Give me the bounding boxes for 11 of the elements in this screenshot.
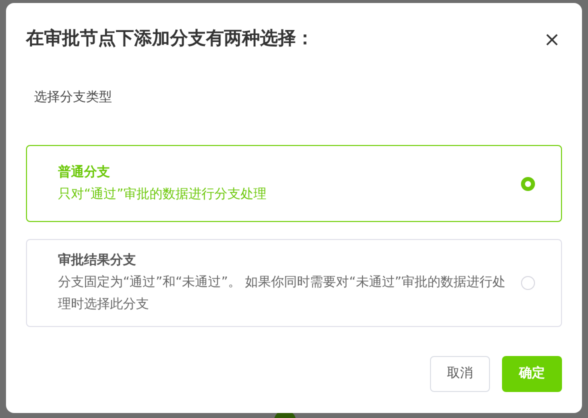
section-label: 选择分支类型 [34,89,113,107]
close-button[interactable]: × [542,29,562,49]
dialog-title: 在审批节点下添加分支有两种选择： [26,27,314,51]
radio-button[interactable] [521,276,535,290]
option-title: 普通分支 [58,164,111,182]
option-description: 分支固定为“通过”和“未通过”。 如果你同时需要对“未通过”审批的数据进行处理时选择此分支 [58,274,507,314]
option-card[interactable]: 审批结果分支 分支固定为“通过”和“未通过”。 如果你同时需要对“未通过”审批的数据进行处理时选择此分支 [26,239,562,327]
cancel-button[interactable]: 取消 [430,356,490,392]
option-title: 审批结果分支 [58,252,137,270]
radio-button[interactable] [521,176,535,190]
option-description: 只对“通过”审批的数据进行分支处理 [58,186,268,204]
